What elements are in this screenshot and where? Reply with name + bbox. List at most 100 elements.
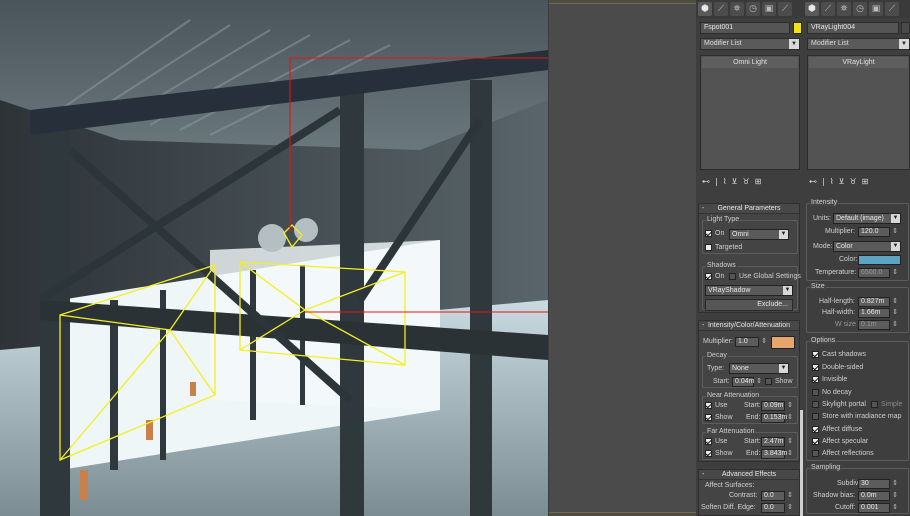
checkbox-icon [705,402,712,409]
checkbox-icon [705,244,712,251]
decay-type-dropdown[interactable]: None ▼ [729,363,789,374]
hierarchy-tab-icon[interactable]: ⛯ [837,2,851,16]
chevron-down-icon: ▼ [891,214,900,223]
remove-modifier-icon[interactable]: ⊻ [839,177,845,186]
display-tab-icon[interactable]: ▣ [762,2,776,16]
advanced-effects-header[interactable]: - Advanced Effects [699,470,799,480]
pin-stack-icon[interactable]: ⊷ [809,177,817,186]
show-end-result-icon[interactable]: | [715,177,718,186]
near-start-spinner[interactable]: 0.09m [761,401,793,411]
motion-tab-icon[interactable]: ◷ [746,2,760,16]
stack-item-omni-light[interactable]: Omni Light [702,57,798,68]
near-use-checkbox[interactable]: Use [705,402,727,409]
double-sided-checkbox[interactable]: Double-sided [812,364,863,371]
viewport-render[interactable] [0,0,548,516]
far-end-spinner[interactable]: 3.843m [761,449,793,459]
make-unique-icon[interactable]: ⌇ [723,177,727,186]
show-end-result-icon[interactable]: | [822,177,825,186]
checkbox-icon [812,376,819,383]
object-name-field[interactable]: VRayLight004 [807,22,899,34]
w-size-spinner[interactable]: 0.1m [858,320,898,330]
multiplier-spinner[interactable]: 1.0 [735,337,767,347]
object-color-swatch[interactable] [901,22,910,34]
blank-area [548,0,696,516]
skylight-portal-checkbox[interactable]: Skylight portal [812,401,866,408]
affect-diffuse-checkbox[interactable]: Affect diffuse [812,426,862,433]
shadows-on-checkbox[interactable]: On [705,273,724,280]
cutoff-spinner[interactable]: 0.001 [858,503,898,513]
shadow-bias-spinner[interactable]: 0.0m [858,491,898,501]
checkbox-icon [812,389,819,396]
temperature-spinner[interactable]: 6500.0 [858,268,898,278]
display-tab-icon[interactable]: ▣ [869,2,883,16]
chevron-down-icon: ▼ [783,286,792,295]
invisible-checkbox[interactable]: Invisible [812,376,847,383]
configure-modifier-icon[interactable]: ⊞ [862,177,869,186]
targeted-checkbox[interactable]: Targeted [705,244,742,251]
exclude-button[interactable]: Exclude... [705,299,793,311]
no-decay-checkbox[interactable]: No decay [812,389,852,396]
half-length-spinner[interactable]: 0.827m [858,297,898,307]
affect-reflections-checkbox[interactable]: Affect reflections [812,450,874,457]
create-tab-icon[interactable]: ⬢ [698,2,712,16]
checkbox-icon [765,378,772,385]
soften-spinner[interactable]: 0.0 [761,503,793,513]
store-irradiance-checkbox[interactable]: Store with irradiance map [812,413,901,420]
light-on-checkbox[interactable]: On [705,230,724,237]
intensity-color-attenuation-rollout: - Intensity/Color/Attenuation Multiplier:… [698,320,800,462]
near-end-label: End: [746,414,761,421]
light-color-swatch[interactable] [858,255,901,265]
modify-tab-icon[interactable]: ⟋ [714,2,728,16]
mode-dropdown[interactable]: Color ▼ [833,241,901,252]
subdivs-spinner[interactable]: 30 [858,479,898,489]
far-show-checkbox[interactable]: Show [705,450,733,457]
remove-modifier-icon[interactable]: ⊻ [732,177,738,186]
motion-tab-icon[interactable]: ◷ [853,2,867,16]
modifier-list-dropdown[interactable]: Modifier List ▼ [807,38,910,50]
utilities-tab-icon[interactable]: ⟋ [778,2,792,16]
modify-tab-icon[interactable]: ⟋ [821,2,835,16]
far-start-spinner[interactable]: 2.47m [761,437,793,447]
checkbox-icon [705,273,712,280]
contrast-spinner[interactable]: 0.0 [761,491,793,501]
units-dropdown[interactable]: Default (image) ▼ [833,213,901,224]
create-tab-icon[interactable]: ⬢ [805,2,819,16]
decay-show-checkbox[interactable]: Show [765,378,793,385]
modifier-list-dropdown[interactable]: Modifier List ▼ [700,38,800,50]
object-name-field[interactable]: Fspot001 [700,22,790,34]
configure-sets-icon[interactable]: ♉ [849,177,856,186]
affect-specular-checkbox[interactable]: Affect specular [812,438,868,445]
multiplier-spinner[interactable]: 120.0 [858,227,898,237]
shadow-type-dropdown[interactable]: VRayShadow ▼ [705,285,793,296]
simple-checkbox[interactable]: Simple [871,401,902,408]
pin-stack-icon[interactable]: ⊷ [702,177,710,186]
shadow-bias-label: Shadow bias: [813,492,856,499]
make-unique-icon[interactable]: ⌇ [830,177,834,186]
far-end-label: End: [746,450,761,457]
far-start-label: Start: [744,438,761,445]
far-use-checkbox[interactable]: Use [705,438,727,445]
near-end-spinner[interactable]: 0.153m [761,413,793,423]
half-length-label: Half-length: [819,298,855,305]
configure-modifier-icon[interactable]: ⊞ [755,177,762,186]
cast-shadows-checkbox[interactable]: Cast shadows [812,351,866,358]
light-color-swatch[interactable] [771,336,795,349]
checkbox-icon [812,426,819,433]
object-color-swatch[interactable] [793,22,802,34]
half-width-spinner[interactable]: 1.66m [858,308,898,318]
stack-toolbar: ⊷ | ⌇ ⊻ ♉ ⊞ [803,174,868,188]
utilities-tab-icon[interactable]: ⟋ [885,2,899,16]
chevron-down-icon: ▼ [891,242,900,251]
general-parameters-header[interactable]: - General Parameters [699,204,799,214]
light-type-dropdown[interactable]: Omni ▼ [729,229,789,240]
use-global-settings-checkbox[interactable]: Use Global Settings [729,273,801,280]
hierarchy-tab-icon[interactable]: ⛯ [730,2,744,16]
ica-header[interactable]: - Intensity/Color/Attenuation [699,321,799,331]
stack-item-vraylight[interactable]: VRayLight [809,57,908,68]
modifier-stack: Omni Light [700,55,800,170]
decay-start-spinner[interactable]: 0.04m [732,377,762,387]
checkbox-icon [812,438,819,445]
configure-sets-icon[interactable]: ♉ [742,177,749,186]
checkbox-icon [705,438,712,445]
near-show-checkbox[interactable]: Show [705,414,733,421]
